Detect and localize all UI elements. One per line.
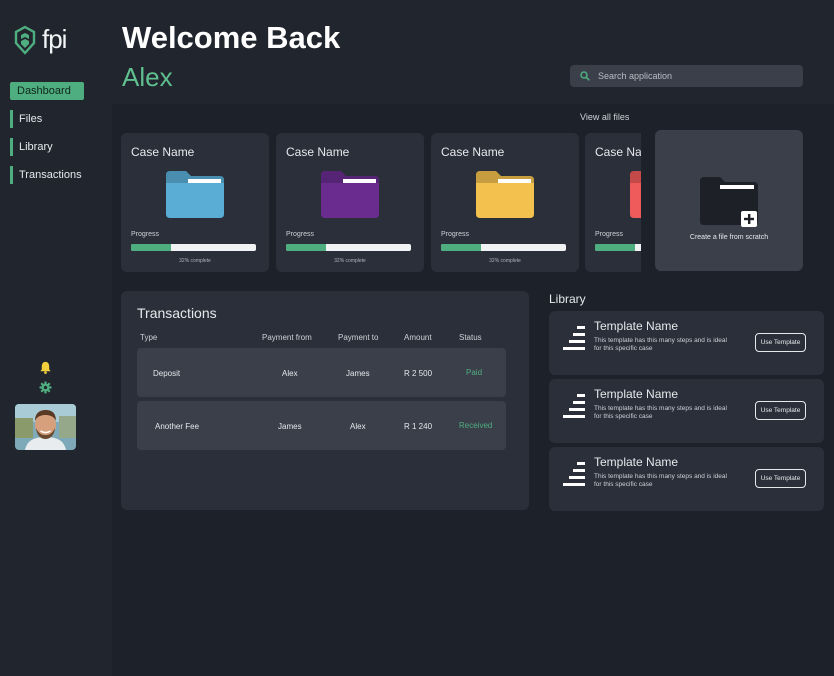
progress-fill (441, 244, 481, 251)
view-all-files-link[interactable]: View all files (580, 112, 629, 122)
column-header-amount: Amount (404, 333, 432, 342)
transactions-title: Transactions (137, 305, 217, 321)
cell-payment-to: James (346, 369, 370, 378)
header: Welcome Back Alex (112, 0, 834, 104)
progress-fill (286, 244, 326, 251)
transactions-panel: Transactions Type Payment from Payment t… (121, 291, 529, 510)
cell-type: Another Fee (155, 422, 200, 431)
folder-icon (321, 171, 379, 218)
progress-status: 32% complete (334, 258, 366, 264)
library-item: Template Name This template has this man… (549, 379, 824, 443)
file-card-name: Case Name (131, 145, 195, 159)
status-badge: Received (459, 421, 493, 430)
new-folder-icon (700, 177, 758, 227)
logo-text: fpi (42, 24, 67, 54)
template-description: This template has this many steps and is… (594, 337, 727, 352)
library-title: Library (549, 292, 586, 306)
status-badge: Paid (466, 368, 483, 377)
gear-icon[interactable] (39, 381, 52, 394)
cell-payment-from: James (278, 422, 302, 431)
progress-status: 32% complete (489, 258, 521, 264)
table-row[interactable]: Another Fee James Alex R 1 240 Received (137, 401, 506, 450)
use-template-button[interactable]: Use Template (755, 469, 806, 488)
column-header-type: Type (140, 333, 158, 342)
file-card-name: Case Name (595, 145, 641, 159)
progress-bar (441, 244, 566, 251)
files-carousel: Case Name Progress 32% complete Case Nam… (121, 133, 641, 273)
user-name: Alex (122, 62, 173, 92)
file-card[interactable]: Case Name Progress 32% complete (276, 133, 424, 272)
progress-label: Progress (595, 231, 624, 238)
library-item: Template Name This template has this man… (549, 311, 824, 375)
template-name: Template Name (594, 455, 679, 469)
create-file-card[interactable]: Create a file from scratch (655, 130, 803, 271)
column-header-status: Status (459, 333, 482, 342)
template-name: Template Name (594, 319, 679, 333)
folder-icon (166, 171, 224, 218)
column-header-payment-from: Payment from (262, 333, 312, 342)
progress-status: 32% complete (585, 258, 641, 264)
template-description: This template has this many steps and is… (594, 473, 727, 488)
steps-icon (563, 326, 585, 350)
search-icon (580, 71, 590, 81)
cell-payment-from: Alex (282, 369, 298, 378)
sidebar: fpi Dashboard Files Library Transactions (0, 0, 112, 676)
progress-bar (286, 244, 411, 251)
cell-amount: R 1 240 (404, 422, 433, 431)
folder-icon (630, 171, 641, 218)
search-input[interactable] (598, 71, 778, 81)
sidebar-item-dashboard[interactable]: Dashboard (10, 82, 84, 100)
folder-icon (476, 171, 534, 218)
steps-icon (563, 394, 585, 418)
file-card[interactable]: Case Name Progress 32% complete (431, 133, 579, 272)
steps-icon (563, 462, 585, 486)
file-card[interactable]: Case Name Progress 32% complete (121, 133, 269, 272)
sidebar-nav: Dashboard Files Library Transactions (10, 82, 106, 194)
progress-label: Progress (131, 231, 160, 238)
file-card-name: Case Name (286, 145, 350, 159)
template-name: Template Name (594, 387, 679, 401)
cell-payment-to: Alex (350, 422, 366, 431)
cell-type: Deposit (153, 369, 181, 378)
progress-status: 32% complete (179, 258, 211, 264)
column-header-payment-to: Payment to (338, 333, 379, 342)
create-file-label: Create a file from scratch (689, 234, 769, 241)
file-card[interactable]: Case Name Progress 32% complete (585, 133, 641, 272)
library-item: Template Name This template has this man… (549, 447, 824, 511)
progress-label: Progress (441, 231, 470, 238)
avatar[interactable] (15, 404, 76, 450)
sidebar-item-files[interactable]: Files (10, 110, 106, 128)
avatar-photo (15, 404, 76, 450)
use-template-button[interactable]: Use Template (755, 401, 806, 420)
cell-amount: R 2 500 (404, 369, 433, 378)
shield-logo-icon (14, 25, 36, 55)
progress-fill (595, 244, 635, 251)
use-template-button[interactable]: Use Template (755, 333, 806, 352)
page-title: Welcome Back (122, 20, 341, 55)
bell-icon[interactable] (39, 361, 52, 374)
sidebar-item-library[interactable]: Library (10, 138, 106, 156)
file-card-name: Case Name (441, 145, 505, 159)
sidebar-item-transactions[interactable]: Transactions (10, 166, 106, 184)
progress-label: Progress (286, 231, 315, 238)
progress-bar (131, 244, 256, 251)
table-row[interactable]: Deposit Alex James R 2 500 Paid (137, 348, 506, 397)
logo[interactable]: fpi (14, 24, 67, 55)
progress-bar (595, 244, 641, 251)
progress-fill (131, 244, 171, 251)
search-bar[interactable] (570, 65, 803, 87)
template-description: This template has this many steps and is… (594, 405, 727, 420)
